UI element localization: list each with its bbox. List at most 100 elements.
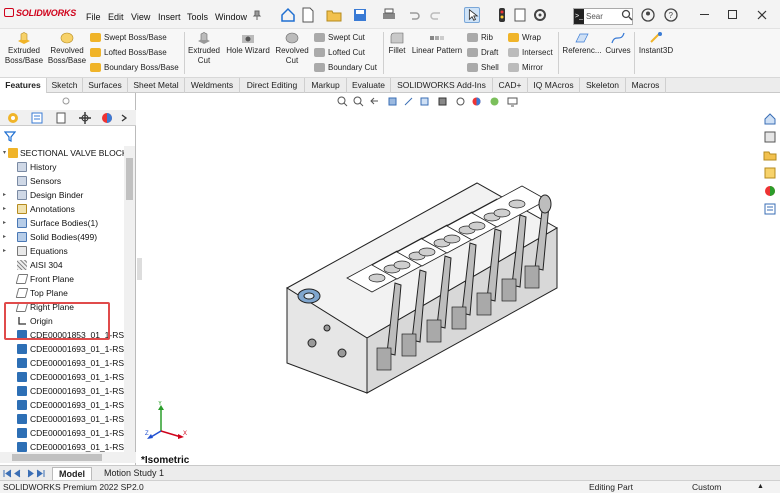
panel-grip-icon[interactable]: [62, 97, 70, 105]
hide-show-items-icon[interactable]: [455, 96, 466, 107]
tree-item-surface-bodies[interactable]: ▸ Surface Bodies(1): [0, 216, 124, 230]
tree-item-front-plane[interactable]: Front Plane: [0, 272, 124, 286]
expand-arrow-icon[interactable]: ▸: [3, 202, 6, 216]
apply-scene-icon[interactable]: [489, 96, 500, 107]
intersect-button[interactable]: Intersect: [508, 48, 553, 58]
tree-item-equations[interactable]: ▸ Equations: [0, 244, 124, 258]
pin-icon[interactable]: [252, 10, 262, 20]
expand-arrow-icon[interactable]: ▸: [3, 188, 6, 202]
display-style-icon[interactable]: [437, 96, 448, 107]
tree-item-solid-bodies[interactable]: ▸ Solid Bodies(499): [0, 230, 124, 244]
tree-item-material[interactable]: AISI 304: [0, 258, 124, 272]
menu-edit[interactable]: Edit: [108, 12, 124, 22]
tab-navigation-arrows-icon[interactable]: [2, 469, 46, 478]
search-icon[interactable]: [621, 9, 633, 21]
rib-button[interactable]: Rib: [467, 33, 493, 43]
print-icon[interactable]: [381, 7, 397, 23]
tab-markup[interactable]: Markup: [305, 78, 347, 93]
instant3d-button[interactable]: Instant3D: [637, 31, 675, 56]
restore-button[interactable]: [728, 10, 737, 19]
tab-cad-plus[interactable]: CAD+: [493, 78, 528, 93]
tree-item-body[interactable]: CDE00001693_01_1-RS1: [0, 440, 124, 452]
hole-wizard-button[interactable]: Hole Wizard: [224, 31, 272, 56]
zoom-to-fit-icon[interactable]: [337, 96, 348, 107]
select-cursor-icon[interactable]: [464, 7, 480, 23]
boundary-boss-button[interactable]: Boundary Boss/Base: [90, 63, 179, 73]
tree-item-annotations[interactable]: ▸ Annotations: [0, 202, 124, 216]
menu-file[interactable]: File: [86, 12, 101, 22]
lofted-cut-button[interactable]: Lofted Cut: [314, 48, 365, 58]
revolved-boss-button[interactable]: Revolved Boss/Base: [47, 31, 87, 66]
zoom-area-icon[interactable]: [353, 96, 364, 107]
collapse-arrow-icon[interactable]: ▾: [3, 146, 6, 160]
reference-geometry-button[interactable]: Referenc...: [561, 31, 603, 56]
tab-model[interactable]: Model: [52, 467, 92, 480]
tree-item-body[interactable]: CDE00001693_01_1-RS1: [0, 426, 124, 440]
tree-item-history[interactable]: History: [0, 160, 124, 174]
new-document-icon[interactable]: [300, 7, 316, 23]
tree-item-body[interactable]: CDE00001693_01_1-RS1: [0, 342, 124, 356]
traffic-light-icon[interactable]: [494, 7, 510, 23]
appearances-icon[interactable]: [763, 184, 777, 198]
view-settings-icon[interactable]: [507, 96, 518, 107]
scroll-thumb[interactable]: [12, 454, 102, 461]
swept-cut-button[interactable]: Swept Cut: [314, 33, 365, 43]
design-library-icon[interactable]: [763, 130, 777, 144]
tree-item-body[interactable]: CDE00001693_01_1-RS1: [0, 356, 124, 370]
fillet-button[interactable]: Fillet: [385, 31, 409, 56]
tab-evaluate[interactable]: Evaluate: [347, 78, 391, 93]
menu-tools[interactable]: Tools: [187, 12, 208, 22]
units-selector[interactable]: Custom: [692, 481, 721, 493]
tree-item-body[interactable]: CDE00001693_01_1-RS1: [0, 370, 124, 384]
extruded-boss-button[interactable]: Extruded Boss/Base: [3, 31, 45, 66]
filter-icon[interactable]: [4, 130, 16, 142]
tab-skeleton[interactable]: Skeleton: [580, 78, 626, 93]
boundary-cut-button[interactable]: Boundary Cut: [314, 63, 377, 73]
save-icon[interactable]: [352, 7, 368, 23]
shell-button[interactable]: Shell: [467, 63, 499, 73]
section-view-icon[interactable]: [387, 96, 398, 107]
expand-arrow-icon[interactable]: ▸: [3, 230, 6, 244]
swept-boss-button[interactable]: Swept Boss/Base: [90, 33, 167, 43]
edit-appearance-icon[interactable]: [471, 96, 482, 107]
expand-arrow-icon[interactable]: ▸: [3, 244, 6, 258]
feature-manager-tab-icon[interactable]: [6, 111, 20, 125]
menu-view[interactable]: View: [131, 12, 150, 22]
tab-direct-editing[interactable]: Direct Editing: [240, 78, 305, 93]
view-orientation-icon[interactable]: [419, 96, 430, 107]
tab-solidworks-add-ins[interactable]: SOLIDWORKS Add-Ins: [391, 78, 493, 93]
undo-icon[interactable]: [406, 7, 422, 23]
menu-insert[interactable]: Insert: [158, 12, 181, 22]
previous-view-icon[interactable]: [369, 96, 380, 107]
display-manager-tab-icon[interactable]: [100, 111, 114, 125]
mirror-button[interactable]: Mirror: [508, 63, 543, 73]
chevron-up-icon[interactable]: ▲: [757, 481, 764, 493]
minimize-button[interactable]: [700, 14, 709, 15]
tree-item-sensors[interactable]: Sensors: [0, 174, 124, 188]
graphics-area[interactable]: Y X Z: [137, 93, 761, 465]
lofted-boss-button[interactable]: Lofted Boss/Base: [90, 48, 167, 58]
wrap-button[interactable]: Wrap: [508, 33, 541, 43]
menu-window[interactable]: Window: [215, 12, 247, 22]
expand-arrow-icon[interactable]: ▸: [3, 216, 6, 230]
view-palette-icon[interactable]: [763, 166, 777, 180]
dimxpert-tab-icon[interactable]: [78, 111, 92, 125]
home-icon[interactable]: [280, 7, 296, 23]
custom-properties-icon[interactable]: [763, 202, 777, 216]
redo-icon[interactable]: [428, 7, 444, 23]
close-icon[interactable]: [757, 10, 767, 20]
draft-button[interactable]: Draft: [467, 48, 498, 58]
configuration-manager-tab-icon[interactable]: [54, 111, 68, 125]
revolved-cut-button[interactable]: Revolved Cut: [274, 31, 310, 66]
tree-item-body[interactable]: CDE00001693_01_1-RS1: [0, 412, 124, 426]
tab-iq-macros[interactable]: IQ MAcros: [528, 78, 580, 93]
linear-pattern-button[interactable]: Linear Pattern: [410, 31, 464, 56]
options-doc-icon[interactable]: [512, 7, 528, 23]
gear-icon[interactable]: [532, 7, 548, 23]
dynamic-annotation-icon[interactable]: [403, 96, 414, 107]
tab-scroll-right-icon[interactable]: [119, 111, 129, 125]
tab-sketch[interactable]: Sketch: [47, 78, 83, 93]
tree-vertical-scrollbar[interactable]: [124, 146, 135, 452]
tab-sheet-metal[interactable]: Sheet Metal: [128, 78, 185, 93]
tree-root-part[interactable]: ▾ SECTIONAL VALVE BLOCK (: [0, 146, 124, 160]
